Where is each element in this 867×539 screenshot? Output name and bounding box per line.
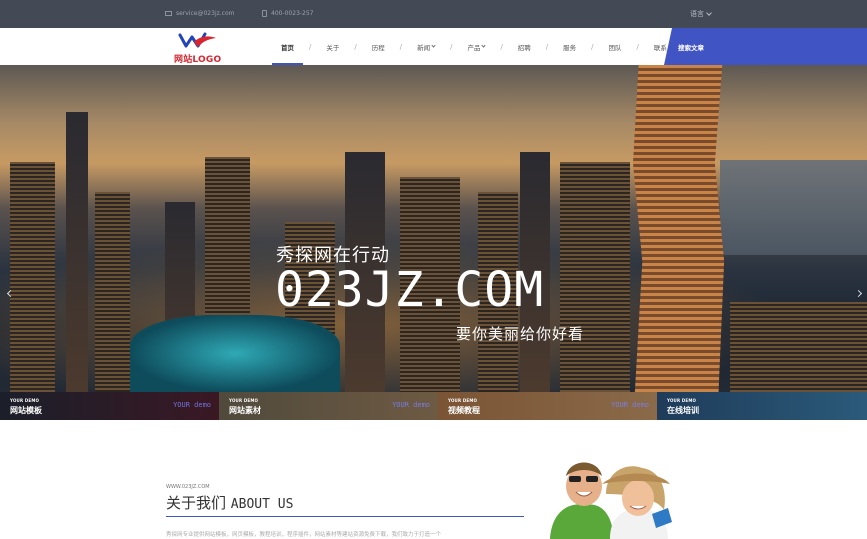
site-logo[interactable]: 网站LOGO xyxy=(172,30,224,65)
nav-label: 首页 xyxy=(281,43,294,52)
about-title: 关于我们 ABOUT US xyxy=(166,492,293,513)
feature-card-tutorials[interactable]: YOUR DEMO 视频教程 YOUR demo xyxy=(438,392,657,420)
chevron-down-icon xyxy=(706,10,712,16)
language-label: 语言 xyxy=(690,10,704,18)
feature-ghost-text: YOUR demo xyxy=(392,401,430,409)
nav-separator: / xyxy=(309,42,312,51)
nav-item-services[interactable]: 服务 xyxy=(554,28,585,65)
nav-label: 产品 xyxy=(467,43,481,52)
chevron-down-icon xyxy=(481,43,487,48)
feature-small-label: YOUR DEMO xyxy=(229,398,259,403)
nav-label: 招聘 xyxy=(517,43,531,52)
hero-building xyxy=(95,192,130,392)
hero-building xyxy=(10,162,55,392)
nav-item-about[interactable]: 关于 xyxy=(317,28,348,65)
about-text: 秀探网专业提供网站模板，网页模板，教程培训，程序插件，网站素材等建站资源免费下载… xyxy=(166,532,442,538)
site-header: 网站LOGO 首页 / 关于 / 历程 / 新闻 / 产品 / 招聘 / 服务 … xyxy=(0,28,867,65)
about-divider xyxy=(166,516,524,517)
feature-card-training[interactable]: YOUR DEMO 在线培训 xyxy=(657,392,867,420)
hero-building xyxy=(66,112,88,392)
nav-item-team[interactable]: 团队 xyxy=(600,28,631,65)
logo-mark-icon xyxy=(178,32,216,48)
nav-item-news[interactable]: 新闻 xyxy=(408,28,444,65)
email-text: service@023jz.com xyxy=(176,10,235,17)
search-label: 搜索文章 xyxy=(678,44,704,52)
nav-separator: / xyxy=(545,42,549,51)
nav-separator: / xyxy=(500,42,503,51)
nav-label: 联系 xyxy=(653,43,667,52)
hero-tagline: 要你美丽给你好看 xyxy=(456,325,585,343)
hero-building xyxy=(730,302,867,392)
nav-label: 新闻 xyxy=(417,43,431,52)
about-eyebrow: WWW.023JZ.COM xyxy=(166,484,210,490)
nav-item-products[interactable]: 产品 xyxy=(458,28,494,65)
feature-label: 网站模板 xyxy=(10,405,42,415)
feature-small-label: YOUR DEMO xyxy=(10,398,40,403)
mail-icon xyxy=(165,11,172,16)
nav-label: 团队 xyxy=(608,43,622,52)
nav-label: 历程 xyxy=(371,43,385,52)
feature-label: 视频教程 xyxy=(448,405,480,415)
contact-email[interactable]: service@023jz.com xyxy=(165,10,234,17)
hero-water xyxy=(130,315,340,392)
nav-item-home[interactable]: 首页 xyxy=(272,28,303,65)
about-title-cn: 关于我们 xyxy=(166,494,227,512)
nav-separator: / xyxy=(450,42,453,51)
main-nav: 首页 / 关于 / 历程 / 新闻 / 产品 / 招聘 / 服务 / 团队 / … xyxy=(272,28,676,65)
nav-label: 服务 xyxy=(563,43,577,52)
feature-small-label: YOUR DEMO xyxy=(448,398,478,403)
search-articles-button[interactable]: 搜索文章 xyxy=(664,28,867,65)
hero-building xyxy=(560,162,630,392)
nav-separator: / xyxy=(354,42,357,51)
nav-separator: / xyxy=(591,42,594,51)
hero-title: 023JZ.COM xyxy=(275,262,545,318)
contact-phone[interactable]: 400-0023-257 xyxy=(262,10,314,17)
hero-banner: 秀探网在行动 023JZ.COM 要你美丽给你好看 xyxy=(0,65,867,392)
language-selector[interactable]: 语言 xyxy=(690,9,712,19)
phone-text: 400-0023-257 xyxy=(271,10,314,17)
logo-text: 网站LOGO xyxy=(174,55,222,65)
about-title-en: ABOUT US xyxy=(230,497,294,512)
nav-item-history[interactable]: 历程 xyxy=(363,28,394,65)
feature-card-templates[interactable]: YOUR DEMO 网站模板 YOUR demo xyxy=(0,392,219,420)
feature-small-label: YOUR DEMO xyxy=(667,398,697,403)
feature-card-materials[interactable]: YOUR DEMO 网站素材 YOUR demo xyxy=(219,392,438,420)
top-bar: service@023jz.com 400-0023-257 语言 xyxy=(0,0,867,28)
feature-strip: YOUR DEMO 网站模板 YOUR demo YOUR DEMO 网站素材 … xyxy=(0,392,867,420)
hero-tower xyxy=(633,65,725,392)
about-people-image xyxy=(540,450,680,539)
nav-label: 关于 xyxy=(326,43,340,52)
phone-icon xyxy=(262,10,267,17)
nav-separator: / xyxy=(399,42,403,51)
feature-label: 网站素材 xyxy=(229,405,261,415)
nav-item-jobs[interactable]: 招聘 xyxy=(509,28,540,65)
feature-ghost-text: YOUR demo xyxy=(173,401,211,409)
feature-ghost-text: YOUR demo xyxy=(611,401,649,409)
feature-label: 在线培训 xyxy=(667,405,699,415)
chevron-down-icon xyxy=(431,43,436,48)
nav-separator: / xyxy=(636,42,639,51)
